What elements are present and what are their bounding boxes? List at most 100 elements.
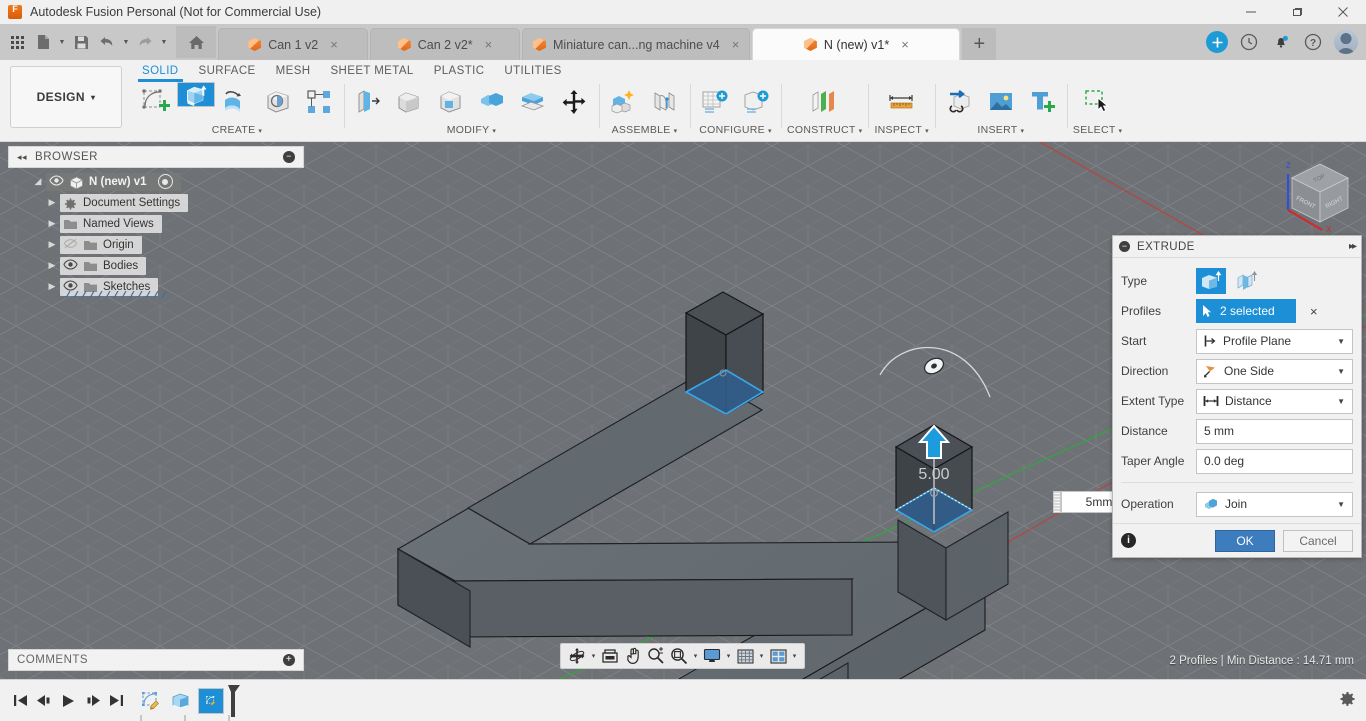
ribbon-group-label[interactable]: INSERT ▾ [977, 124, 1024, 136]
extension-manager-icon[interactable] [1206, 31, 1228, 53]
combine-icon[interactable] [473, 82, 511, 122]
viewports-icon[interactable] [767, 645, 789, 667]
home-button[interactable] [176, 26, 216, 58]
notifications-bell-icon[interactable] [1270, 31, 1292, 53]
joint-icon[interactable] [646, 82, 684, 122]
sweep-icon[interactable] [259, 82, 297, 122]
revolve-icon[interactable] [218, 82, 256, 122]
zoom-window-icon[interactable] [668, 645, 690, 667]
document-tab[interactable]: Can 1 v2 × [218, 28, 368, 60]
timeline-sketch-feature[interactable] [138, 688, 164, 714]
document-tab-active[interactable]: N (new) v1* × [752, 28, 961, 60]
zoom-window-caret-icon[interactable]: ▾ [691, 645, 700, 667]
configure-part-icon[interactable] [737, 82, 775, 122]
close-button[interactable] [1320, 0, 1366, 24]
step-forward-button[interactable] [80, 686, 104, 716]
expand-arrow-icon[interactable]: ▶ [44, 260, 60, 271]
visibility-eye-off-icon[interactable] [63, 238, 78, 251]
go-to-end-button[interactable] [104, 686, 128, 716]
expand-arrow-icon[interactable]: ▶ [44, 218, 60, 229]
new-tab-button[interactable]: + [962, 28, 997, 60]
browser-item-named-views[interactable]: ▶ Named Views [8, 213, 304, 234]
tab-mesh[interactable]: MESH [266, 62, 321, 81]
ribbon-group-label[interactable]: INSPECT ▾ [874, 124, 928, 136]
grid-snaps-icon[interactable] [734, 645, 756, 667]
settings-gear-icon[interactable] [1338, 690, 1356, 711]
extrude-icon[interactable] [177, 82, 215, 107]
info-icon[interactable]: i [1121, 533, 1136, 548]
clear-selection-icon[interactable]: × [1310, 304, 1318, 319]
pan-icon[interactable] [622, 645, 644, 667]
look-at-icon[interactable] [599, 645, 621, 667]
chevron-down-icon[interactable]: ▼ [1337, 397, 1345, 406]
maximize-button[interactable] [1274, 0, 1320, 24]
orbit-caret-icon[interactable]: ▾ [589, 645, 598, 667]
offset-face-icon[interactable] [514, 82, 552, 122]
expand-arrow-icon[interactable]: ▶ [44, 281, 60, 292]
undo-caret-icon[interactable]: ▼ [120, 27, 132, 57]
redo-icon[interactable] [132, 27, 158, 57]
collapse-icon[interactable]: ◂◂ [17, 152, 27, 163]
insert-mcmaster-icon[interactable] [1023, 82, 1061, 122]
extrude-thin-icon[interactable] [1232, 268, 1262, 294]
cancel-button[interactable]: Cancel [1283, 529, 1353, 552]
tab-plastic[interactable]: PLASTIC [424, 62, 495, 81]
expand-arrow-icon[interactable]: ◢ [30, 176, 46, 187]
ribbon-group-label[interactable]: CONFIGURE ▾ [699, 124, 772, 136]
app-grid-icon[interactable] [4, 27, 30, 57]
browser-item-sketches[interactable]: ▶ Sketches [8, 276, 304, 298]
drag-grip-icon[interactable] [1053, 491, 1061, 513]
browser-minimize-icon[interactable]: − [283, 151, 295, 163]
ribbon-group-label[interactable]: SELECT ▾ [1073, 124, 1122, 136]
tab-utilities[interactable]: UTILITIES [494, 62, 571, 81]
close-icon[interactable]: × [901, 37, 909, 52]
timeline-extrude-feature[interactable] [168, 688, 194, 714]
pattern-icon[interactable] [300, 82, 338, 122]
workspace-switcher[interactable]: DESIGN ▾ [10, 66, 122, 128]
move-copy-icon[interactable] [555, 82, 593, 122]
tab-surface[interactable]: SURFACE [189, 62, 266, 81]
tab-solid[interactable]: SOLID [132, 62, 189, 82]
extrude-dialog[interactable]: − EXTRUDE ▸▸ Type Profiles 2 selected × … [1112, 235, 1362, 558]
taper-angle-input[interactable]: 0.0 deg [1196, 448, 1353, 474]
dialog-expand-icon[interactable]: ▸▸ [1349, 241, 1357, 252]
document-tab[interactable]: Miniature can...ng machine v4 × [522, 28, 751, 60]
add-comment-icon[interactable]: + [283, 654, 295, 666]
browser-item-bodies[interactable]: ▶ Bodies [8, 255, 304, 276]
offset-plane-icon[interactable] [806, 82, 844, 122]
press-pull-icon[interactable] [350, 82, 388, 122]
direction-dropdown[interactable]: One Side ▼ [1196, 358, 1353, 384]
save-icon[interactable] [68, 27, 94, 57]
insert-derive-icon[interactable] [941, 82, 979, 122]
chevron-down-icon[interactable]: ▼ [1337, 367, 1345, 376]
undo-icon[interactable] [94, 27, 120, 57]
orbit-icon[interactable] [566, 645, 588, 667]
document-tab[interactable]: Can 2 v2* × [370, 28, 520, 60]
chevron-down-icon[interactable]: ▼ [1337, 500, 1345, 509]
ribbon-group-label[interactable]: ASSEMBLE ▾ [612, 124, 678, 136]
grid-snaps-caret-icon[interactable]: ▾ [757, 645, 766, 667]
viewports-caret-icon[interactable]: ▾ [790, 645, 799, 667]
configure-table-icon[interactable] [696, 82, 734, 122]
measure-icon[interactable] [883, 82, 921, 122]
activate-component-radio[interactable] [157, 174, 173, 189]
minimize-button[interactable] [1228, 0, 1274, 24]
visibility-eye-icon[interactable] [63, 259, 78, 272]
tab-sheet-metal[interactable]: SHEET METAL [320, 62, 423, 81]
help-icon[interactable]: ? [1302, 31, 1324, 53]
insert-image-icon[interactable] [982, 82, 1020, 122]
browser-item-origin[interactable]: ▶ Origin [8, 234, 304, 255]
browser-item-root[interactable]: ◢ N (new) v1 [8, 171, 304, 192]
ribbon-group-label[interactable]: MODIFY ▾ [447, 124, 496, 136]
zoom-icon[interactable] [645, 645, 667, 667]
close-icon[interactable]: × [330, 37, 338, 52]
close-icon[interactable]: × [732, 37, 740, 52]
job-status-icon[interactable] [1238, 31, 1260, 53]
expand-arrow-icon[interactable]: ▶ [44, 197, 60, 208]
expand-arrow-icon[interactable]: ▶ [44, 239, 60, 250]
profiles-selection-chip[interactable]: 2 selected [1196, 299, 1296, 323]
start-dropdown[interactable]: Profile Plane ▼ [1196, 328, 1353, 354]
ok-button[interactable]: OK [1215, 529, 1275, 552]
extrude-solid-icon[interactable] [1196, 268, 1226, 294]
timeline-sketch-edit-feature[interactable] [198, 687, 224, 714]
